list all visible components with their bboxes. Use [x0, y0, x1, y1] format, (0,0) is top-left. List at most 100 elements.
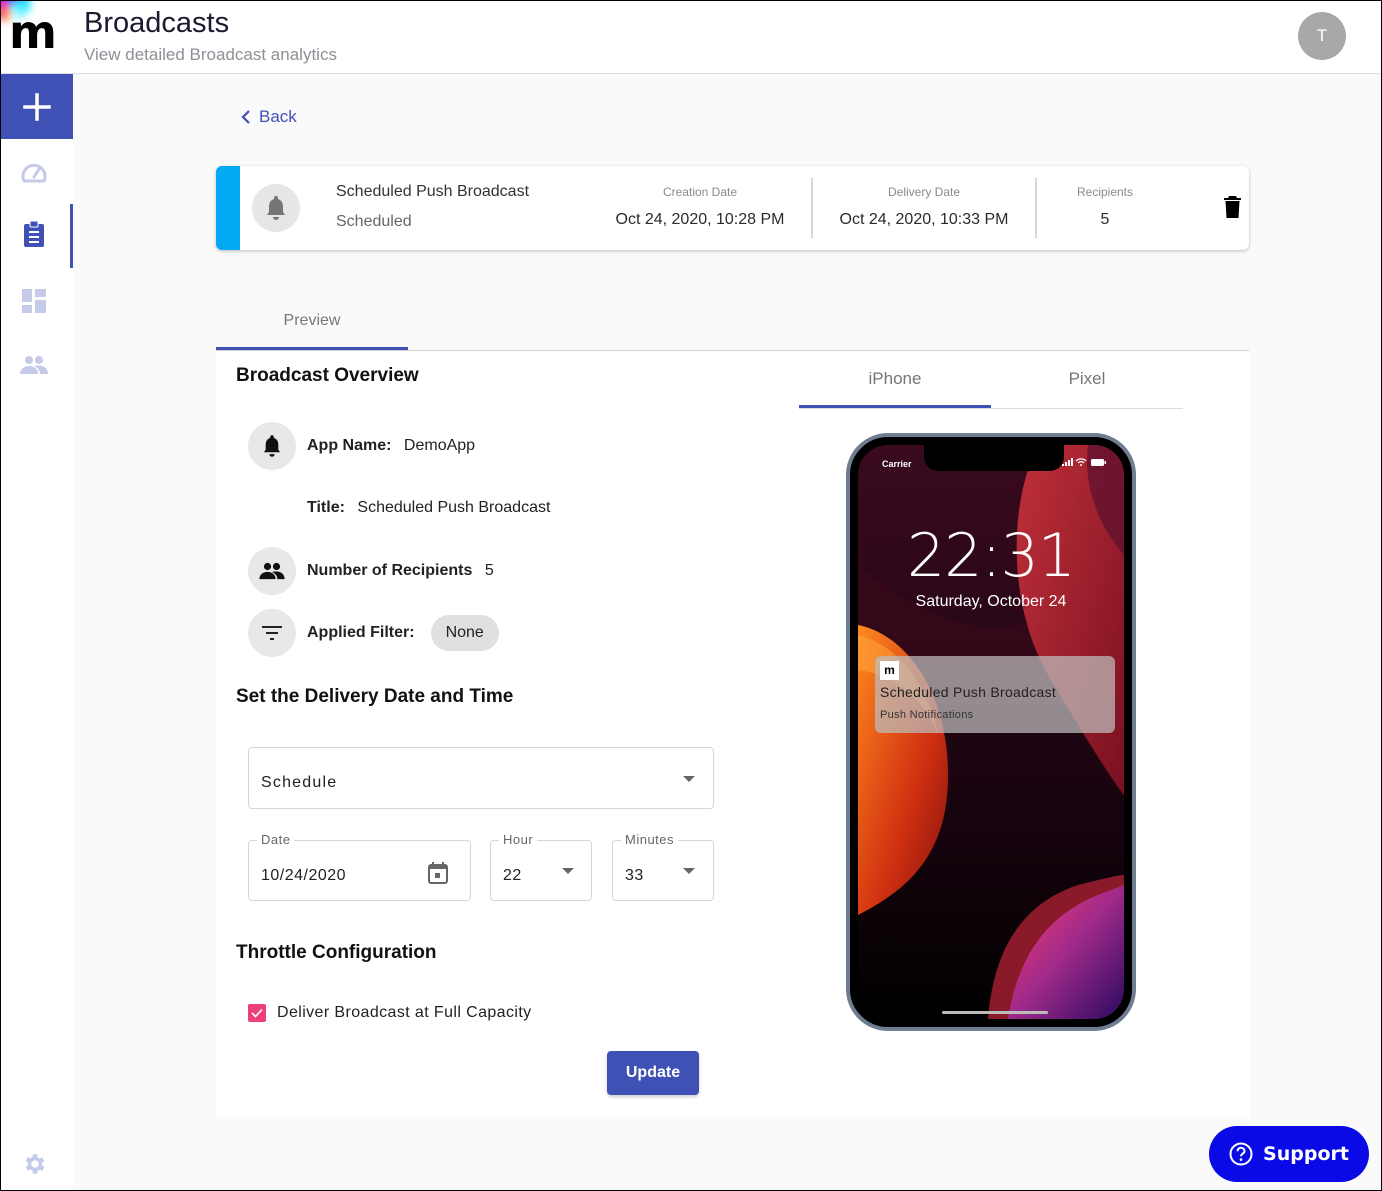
recipients-value: 5: [1100, 211, 1110, 228]
lockscreen-date: Saturday, October 24: [915, 593, 1067, 610]
user-avatar[interactable]: T: [1298, 12, 1346, 60]
chevron-down-icon: [562, 868, 574, 874]
bell-icon: [263, 435, 281, 457]
chevron-down-icon: [683, 776, 695, 782]
check-icon: [251, 1008, 263, 1018]
tab-bar: Preview: [216, 301, 1249, 351]
filter-chip[interactable]: None: [430, 615, 499, 651]
minutes-label: Minutes: [621, 832, 679, 847]
full-capacity-label[interactable]: Deliver Broadcast at Full Capacity: [277, 1004, 532, 1022]
delivery-date-column: Delivery Date Oct 24, 2020, 10:33 PM: [824, 178, 1024, 238]
lockscreen-time: 22:31: [907, 521, 1076, 591]
sidebar-item-settings[interactable]: [19, 1149, 49, 1179]
preview-panel: Broadcast Overview App Name: DemoApp Tit…: [216, 351, 1249, 1119]
app-name-row: App Name: DemoApp: [307, 437, 475, 455]
tab-pixel[interactable]: Pixel: [991, 358, 1183, 408]
sidebar-item-broadcasts[interactable]: [19, 219, 49, 249]
creation-date-label: Creation Date: [662, 185, 738, 199]
people-icon: [259, 562, 285, 580]
app-name-label: App Name:: [307, 437, 392, 454]
date-label: Date: [257, 832, 295, 847]
phone-screen: Carrier 22:31 Saturday, October 24 m Sch…: [858, 445, 1124, 1019]
recipients-value: 5: [484, 562, 494, 579]
notification-body: Push Notifications: [880, 709, 974, 721]
tab-preview[interactable]: Preview: [216, 301, 408, 350]
sidebar-item-users[interactable]: [19, 350, 49, 380]
delivery-mode-select[interactable]: Schedule: [248, 747, 714, 809]
overview-heading: Broadcast Overview: [236, 365, 419, 386]
delivery-mode-value: Schedule: [261, 774, 338, 791]
date-field[interactable]: Date 10/24/2020: [248, 832, 471, 901]
add-button[interactable]: [1, 74, 73, 139]
filter-row: Applied Filter: None: [307, 615, 499, 651]
broadcast-type-avatar: [252, 184, 300, 232]
delivery-date-label: Delivery Date: [887, 185, 961, 199]
bell-icon: [267, 196, 285, 220]
gear-icon: [25, 1154, 45, 1174]
recipients-column: Recipients 5: [1055, 178, 1155, 238]
people-icon: [20, 356, 48, 374]
filter-avatar: [248, 609, 296, 657]
back-link[interactable]: Back: [241, 107, 297, 127]
throttle-heading: Throttle Configuration: [236, 942, 437, 963]
broadcast-status: Scheduled: [336, 213, 412, 230]
calendar-icon[interactable]: [428, 862, 448, 884]
hour-select[interactable]: Hour 22: [490, 832, 592, 901]
date-value: 10/24/2020: [261, 867, 347, 884]
support-label: Support: [1263, 1143, 1349, 1165]
delivery-heading: Set the Delivery Date and Time: [236, 686, 514, 707]
sidebar-item-dashboard[interactable]: [19, 158, 49, 188]
plus-icon: [23, 92, 51, 121]
delivery-date-value: Oct 24, 2020, 10:33 PM: [839, 211, 1009, 228]
hour-label: Hour: [499, 832, 538, 847]
phone-notch: [924, 445, 1064, 471]
recipients-label: Number of Recipients: [307, 562, 473, 579]
active-indicator: [70, 204, 73, 268]
speedometer-icon: [21, 163, 47, 183]
logo-letter: m: [9, 5, 57, 59]
sidebar-item-widgets[interactable]: [19, 286, 49, 316]
divider: [1035, 178, 1037, 238]
title-value: Scheduled Push Broadcast: [357, 499, 551, 516]
minutes-select[interactable]: Minutes 33: [612, 832, 714, 901]
filter-label: Applied Filter:: [307, 624, 415, 641]
title-row: Title: Scheduled Push Broadcast: [307, 499, 550, 517]
home-indicator: [942, 1011, 1048, 1014]
recipients-row: Number of Recipients 5: [307, 562, 494, 580]
chevron-down-icon: [683, 868, 695, 874]
carrier-label: Carrier: [882, 459, 912, 469]
broadcast-name: Scheduled Push Broadcast: [336, 183, 530, 200]
app-name-value: DemoApp: [403, 437, 476, 454]
status-icons: [1062, 458, 1106, 466]
hour-value: 22: [503, 867, 522, 884]
update-button[interactable]: Update: [607, 1051, 699, 1095]
card-accent: [216, 166, 240, 250]
device-tab-bar: iPhone Pixel: [799, 358, 1183, 409]
notification-title: Scheduled Push Broadcast: [880, 684, 1057, 700]
trash-icon: [1224, 196, 1241, 218]
app-logo[interactable]: m: [1, 1, 73, 74]
top-bar: m Broadcasts View detailed Broadcast ana…: [1, 1, 1381, 74]
back-label: Back: [259, 107, 297, 126]
divider: [811, 178, 813, 238]
help-circle-icon: [1229, 1142, 1253, 1166]
delete-button[interactable]: [1224, 196, 1241, 223]
tab-iphone[interactable]: iPhone: [799, 358, 991, 408]
page-subtitle: View detailed Broadcast analytics: [84, 45, 337, 64]
push-notification-preview: m Scheduled Push Broadcast Push Notifica…: [875, 656, 1115, 733]
iphone-preview: Carrier 22:31 Saturday, October 24 m Sch…: [846, 433, 1136, 1031]
notification-app-icon: m: [880, 661, 899, 680]
support-button[interactable]: Support: [1209, 1126, 1369, 1182]
broadcast-summary-card: Scheduled Push Broadcast Scheduled Creat…: [216, 166, 1249, 250]
chevron-left-icon: [241, 110, 250, 124]
app-name-avatar: [248, 422, 296, 470]
minutes-value: 33: [625, 867, 644, 884]
full-capacity-checkbox[interactable]: [248, 1004, 266, 1022]
recipients-avatar: [248, 547, 296, 595]
title-label: Title:: [307, 499, 345, 516]
creation-date-column: Creation Date Oct 24, 2020, 10:28 PM: [600, 178, 800, 238]
page-title: Broadcasts: [84, 7, 230, 39]
clipboard-icon: [24, 220, 44, 247]
sidebar: [1, 74, 73, 1190]
creation-date-value: Oct 24, 2020, 10:28 PM: [615, 211, 785, 228]
